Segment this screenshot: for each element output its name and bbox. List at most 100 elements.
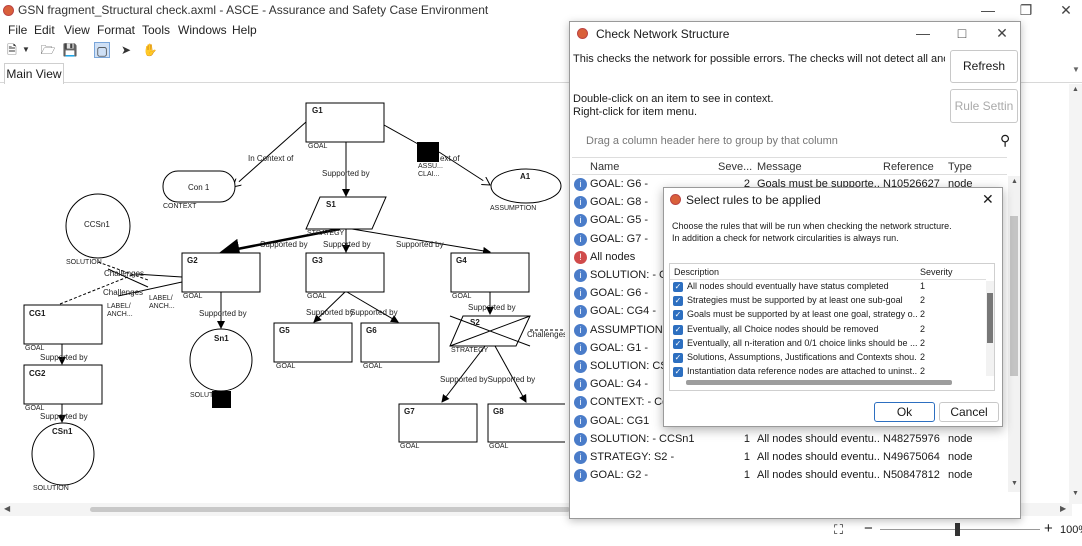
node-g5-label: G5	[279, 326, 290, 335]
column-reference[interactable]: Reference	[883, 161, 934, 173]
type-label: ANCH...	[149, 303, 175, 310]
type-label: SOLUTION	[33, 485, 69, 492]
rule-severity: 2	[920, 337, 926, 348]
node-g2-label: G2	[187, 256, 198, 265]
scroll-up-icon[interactable]: ▲	[1072, 86, 1079, 93]
edge-s2-g7	[441, 345, 486, 403]
rule-item[interactable]: ✓ Eventually, all Choice nodes should be …	[673, 324, 983, 338]
row-severity: 1	[743, 451, 750, 463]
minimize-icon[interactable]: —	[913, 25, 933, 41]
maximize-icon[interactable]: ❐	[1016, 2, 1036, 18]
rule-description: Eventually, all Choice nodes should be r…	[687, 323, 879, 334]
tab-main-view[interactable]: Main View	[4, 63, 64, 84]
checkbox-checked-icon[interactable]: ✓	[673, 296, 683, 307]
column-severity[interactable]: Severity	[920, 267, 953, 277]
column-message[interactable]: Message	[757, 161, 802, 173]
scroll-down-icon[interactable]: ▼	[1011, 480, 1018, 487]
table-row[interactable]: i SOLUTION: - CCSn1 1 All nodes should even…	[572, 431, 1007, 449]
zoom-out-icon[interactable]: −	[864, 520, 873, 537]
node-s1-label: S1	[326, 200, 336, 209]
checkbox-checked-icon[interactable]: ✓	[673, 353, 683, 363]
zoom-in-icon[interactable]: +	[1044, 520, 1053, 537]
node-g3-label: G3	[312, 256, 323, 265]
zoom-slider-track[interactable]	[880, 529, 1040, 530]
zoom-slider-thumb[interactable]	[955, 523, 960, 536]
node-g4-label: G4	[456, 256, 467, 265]
checkbox-checked-icon[interactable]: ✓	[673, 338, 683, 349]
type-label: GOAL	[308, 143, 328, 150]
menu-format[interactable]: Format	[97, 23, 135, 37]
menu-tools[interactable]: Tools	[142, 23, 170, 37]
select-rules-dialog: Select rules to be applied ✕ Choose the …	[663, 187, 1003, 427]
table-row[interactable]: i STRATEGY: S2 - 1 All nodes should eventu.…	[572, 449, 1007, 467]
info-icon: i	[574, 451, 587, 464]
info-icon: i	[574, 214, 587, 228]
type-label: GOAL	[363, 363, 383, 370]
check-hint-right-click: Right-click for item menu.	[573, 106, 698, 118]
refresh-button[interactable]: Refresh	[950, 50, 1018, 83]
row-reference: N48275976	[883, 432, 940, 445]
rule-severity: 2	[920, 366, 926, 377]
scroll-thumb[interactable]	[90, 507, 570, 512]
close-icon[interactable]: ✕	[982, 191, 994, 208]
node-s1[interactable]	[305, 196, 387, 230]
row-reference: N50847812	[883, 469, 940, 482]
column-description[interactable]: Description	[674, 267, 719, 277]
open-folder-icon[interactable]: 🗁	[40, 42, 56, 58]
checkbox-checked-icon[interactable]: ✓	[673, 310, 683, 321]
table-row[interactable]: i GOAL: G2 - 1 All nodes should eventu... N5…	[572, 467, 1007, 485]
scroll-thumb[interactable]	[987, 293, 993, 343]
row-severity: 1	[743, 432, 750, 445]
fit-screen-icon[interactable]: ⛶	[834, 522, 843, 538]
scroll-right-icon[interactable]: ▶	[1060, 504, 1066, 513]
checkbox-checked-icon[interactable]: ✓	[673, 282, 683, 292]
rule-item[interactable]: ✓ Solutions, Assumptions, Justifications …	[673, 352, 983, 366]
hand-icon[interactable]: ✋	[142, 42, 158, 58]
node-g1-label: G1	[312, 106, 323, 115]
menu-windows[interactable]: Windows	[178, 23, 227, 37]
node-assu-black[interactable]	[417, 142, 439, 162]
rule-item[interactable]: ✓ Strategies must be supported by at leas…	[673, 295, 983, 309]
scroll-up-icon[interactable]: ▲	[1011, 178, 1018, 185]
rule-settings-button[interactable]: Rule Settin	[950, 89, 1018, 123]
scroll-left-icon[interactable]: ◀	[4, 504, 10, 513]
table-scrollbar[interactable]: ▲ ▼	[1008, 176, 1020, 492]
scroll-down-icon[interactable]: ▼	[1072, 490, 1079, 497]
menu-help[interactable]: Help	[232, 23, 257, 37]
rule-severity: 2	[920, 295, 926, 306]
rule-item[interactable]: ✓ Instantiation data reference nodes are …	[673, 366, 983, 380]
search-icon[interactable]: ⚲	[1000, 132, 1010, 149]
scroll-thumb[interactable]	[1010, 216, 1018, 376]
column-name[interactable]: Name	[590, 161, 619, 173]
chevron-down-icon[interactable]: ▼	[18, 42, 34, 58]
save-icon[interactable]: 💾	[62, 42, 78, 58]
rule-severity: 2	[920, 309, 926, 320]
column-severity[interactable]: Seve...	[718, 161, 752, 173]
rule-item[interactable]: ✓ Eventually, all n-iteration and 0/1 cho…	[673, 338, 983, 352]
rule-description: Strategies must be supported by at least…	[687, 295, 903, 306]
row-type: node	[948, 432, 973, 445]
menu-file[interactable]: File	[8, 23, 27, 37]
node-ccsn1-label: CCSn1	[84, 220, 110, 229]
vertical-scrollbar[interactable]: ▲ ▼	[1069, 84, 1082, 504]
pointer-icon[interactable]: ➤	[118, 42, 134, 58]
close-icon[interactable]: ✕	[1056, 2, 1076, 18]
checkbox-checked-icon[interactable]: ✓	[673, 324, 683, 335]
menu-edit[interactable]: Edit	[34, 23, 55, 37]
cancel-button[interactable]: Cancel	[939, 402, 999, 422]
minimize-icon[interactable]: —	[978, 2, 998, 18]
column-type[interactable]: Type	[948, 161, 972, 173]
rule-item[interactable]: ✓ Goals must be supported by at least one…	[673, 309, 983, 323]
menu-view[interactable]: View	[64, 23, 90, 37]
rules-scrollbar[interactable]	[986, 281, 994, 376]
close-icon[interactable]: ✕	[992, 25, 1012, 41]
rules-hscroll-thumb[interactable]	[686, 380, 952, 385]
ok-button[interactable]: Ok	[874, 402, 935, 422]
maximize-icon[interactable]: □	[952, 25, 972, 41]
edge-label-supported-by: Supported by	[468, 303, 516, 312]
diagram-canvas[interactable]: G1 G2 G3 G4 G5 G6 G7 G8 S1 S2 Con 1 A1 C…	[0, 84, 565, 504]
rule-item[interactable]: ✓ All nodes should eventually have status…	[673, 281, 983, 295]
checkbox-checked-icon[interactable]: ✓	[673, 367, 683, 378]
select-box-icon[interactable]: ▢	[94, 42, 110, 58]
tab-menu-chevron-icon[interactable]: ▼	[1072, 65, 1080, 74]
